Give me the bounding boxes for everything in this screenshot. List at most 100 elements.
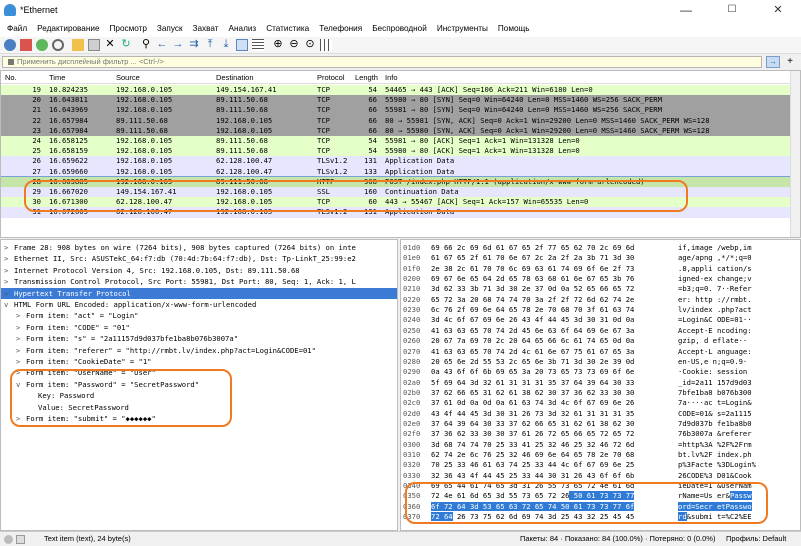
packet-destination: 149.154.167.41: [216, 85, 277, 94]
minimize-button[interactable]: —: [663, 0, 709, 22]
menu-edit[interactable]: Редактирование: [32, 22, 104, 37]
detail-tree-item[interactable]: > Transmission Control Protocol, Src Port…: [1, 276, 397, 287]
go-forward-icon[interactable]: →: [172, 39, 184, 51]
menu-tools[interactable]: Инструменты: [432, 22, 493, 37]
detail-item-text: HTML Form URL Encoded: application/x-www…: [14, 300, 257, 309]
collapsed-arrow-icon[interactable]: >: [16, 356, 26, 367]
column-destination[interactable]: Destination: [216, 73, 254, 82]
edit-comment-icon[interactable]: [16, 535, 25, 544]
wireshark-logo-icon: [4, 4, 16, 16]
detail-tree-item[interactable]: v HTML Form URL Encoded: application/x-ww…: [1, 299, 397, 310]
packet-row[interactable]: 21 16.643969 192.168.0.105 89.111.50.68 TCP 6…: [1, 105, 791, 116]
zoom-out-icon[interactable]: ⊖: [288, 39, 300, 51]
packet-row[interactable]: 25 16.658159 192.168.0.105 89.111.50.68 TCP 5…: [1, 146, 791, 157]
collapsed-arrow-icon[interactable]: >: [16, 310, 26, 321]
start-capture-icon[interactable]: [4, 39, 16, 51]
menu-analyze[interactable]: Анализ: [224, 22, 262, 37]
go-back-icon[interactable]: ←: [156, 39, 168, 51]
status-profile[interactable]: Профиль: Default: [726, 534, 786, 543]
expert-info-icon[interactable]: [4, 535, 13, 544]
zoom-in-icon[interactable]: ⊕: [272, 39, 284, 51]
reload-icon[interactable]: ↻: [120, 39, 132, 51]
close-button[interactable]: ✕: [755, 0, 801, 22]
byte-hex: 37 64 39 64 30 33 37 62 66 65 31 62 61 3…: [431, 418, 635, 428]
capture-options-icon[interactable]: [52, 39, 64, 51]
column-time[interactable]: Time: [49, 73, 65, 82]
zoom-reset-icon[interactable]: ⊙: [304, 39, 316, 51]
expanded-arrow-icon[interactable]: v: [4, 299, 14, 310]
add-filter-button-icon[interactable]: +: [783, 56, 797, 68]
packet-length: 66: [368, 125, 377, 135]
detail-item-text: Transmission Control Protocol, Src Port:…: [14, 277, 356, 287]
byte-hex: 69 67 6e 65 64 2d 65 78 63 68 61 6e 67 6…: [431, 274, 635, 284]
packet-row[interactable]: 24 16.658125 192.168.0.105 89.111.50.68 TCP 5…: [1, 136, 791, 147]
detail-tree-item[interactable]: > Form item: "CookieDate" = "1": [1, 356, 397, 367]
packet-source: 192.168.0.105: [116, 136, 173, 145]
last-packet-icon[interactable]: ⤓: [220, 39, 232, 51]
menu-wireless[interactable]: Беспроводной: [367, 22, 432, 37]
collapsed-arrow-icon[interactable]: >: [16, 333, 26, 344]
column-length[interactable]: Length: [355, 73, 378, 82]
filter-placeholder: Применить дисплейный фильтр ... <Ctrl-/>: [17, 57, 164, 66]
packet-row[interactable]: 22 16.657984 89.111.50.68 192.168.0.105 TCP 6…: [1, 115, 791, 126]
bookmark-icon[interactable]: [8, 59, 14, 65]
stop-capture-icon[interactable]: [20, 39, 32, 51]
column-protocol[interactable]: Protocol: [317, 73, 345, 82]
menu-telephony[interactable]: Телефония: [314, 22, 367, 37]
column-info[interactable]: Info: [385, 73, 398, 82]
collapsed-arrow-icon[interactable]: >: [16, 345, 26, 356]
collapsed-arrow-icon[interactable]: >: [4, 242, 14, 253]
packet-row[interactable]: 19 10.824235 192.168.0.105 149.154.167.41 TC…: [1, 85, 791, 96]
maximize-button[interactable]: ☐: [709, 0, 755, 22]
packet-destination: 192.168.0.105: [216, 115, 273, 125]
detail-tree-item[interactable]: > Hypertext Transfer Protocol: [1, 287, 397, 299]
packet-list-pane[interactable]: No. Time Source Destination Protocol Len…: [0, 70, 801, 238]
menu-statistics[interactable]: Статистика: [261, 22, 314, 37]
collapsed-arrow-icon[interactable]: >: [4, 253, 14, 264]
open-file-icon[interactable]: [72, 39, 84, 51]
detail-tree-item[interactable]: > Form item: "act" = "Login": [1, 310, 397, 321]
packet-row[interactable]: 27 16.659660 192.168.0.105 62.128.100.47 TLS…: [1, 166, 791, 177]
save-file-icon[interactable]: [88, 39, 100, 51]
menu-capture[interactable]: Захват: [188, 22, 224, 37]
restart-capture-icon[interactable]: [36, 39, 48, 51]
menu-go[interactable]: Запуск: [152, 22, 188, 37]
menu-file[interactable]: Файл: [2, 22, 32, 37]
detail-tree-item[interactable]: > Form item: "CODE" = "01": [1, 322, 397, 333]
detail-tree-item[interactable]: > Form item: "s" = "2a11157d9d037bfe1ba8b…: [1, 333, 397, 344]
autoscroll-icon[interactable]: [236, 39, 248, 51]
go-to-packet-icon[interactable]: ⇉: [188, 39, 200, 51]
first-packet-icon[interactable]: ⤒: [204, 39, 216, 51]
packet-row[interactable]: 23 16.657984 89.111.50.68 192.168.0.105 TCP 6…: [1, 125, 791, 136]
detail-tree-item[interactable]: > Form item: "referer" = "http://rmbt.lv/…: [1, 345, 397, 356]
packet-row[interactable]: 26 16.659622 192.168.0.105 62.128.100.47 TLS…: [1, 156, 791, 167]
display-filter-input[interactable]: Применить дисплейный фильтр ... <Ctrl-/>: [2, 56, 762, 68]
apply-filter-arrow-icon[interactable]: →: [766, 56, 780, 68]
close-file-icon[interactable]: ✕: [104, 39, 116, 51]
detail-tree-item[interactable]: > Frame 28: 908 bytes on wire (7264 bits)…: [1, 242, 397, 253]
column-source[interactable]: Source: [116, 73, 140, 82]
collapsed-arrow-icon[interactable]: >: [4, 276, 14, 287]
byte-offset: 02e0: [403, 418, 421, 428]
menu-view[interactable]: Просмотр: [105, 22, 152, 37]
detail-item-text: Form item: "CookieDate" = "1": [26, 357, 152, 366]
collapsed-arrow-icon[interactable]: >: [16, 322, 26, 333]
find-packet-icon[interactable]: ⚲: [140, 39, 152, 51]
byte-ascii: age/apng ,*/*;q=0: [678, 253, 752, 263]
column-no[interactable]: No.: [5, 73, 17, 82]
detail-tree-item[interactable]: > Ethernet II, Src: ASUSTekC_64:f7:db (70…: [1, 253, 397, 264]
byte-offset: 0280: [403, 356, 421, 366]
detail-tree-item[interactable]: > Internet Protocol Version 4, Src: 192.1…: [1, 265, 397, 276]
byte-hex: 61 67 65 2f 61 70 6e 67 2c 2a 2f 2a 3b 7…: [431, 253, 635, 263]
byte-ascii: er: http ://rmbt.: [678, 294, 752, 304]
colorize-icon[interactable]: [252, 39, 264, 51]
byte-ascii: 7d9d037b fe1ba8b0: [678, 418, 752, 428]
menu-help[interactable]: Помощь: [493, 22, 535, 37]
packet-list-scrollbar[interactable]: [790, 71, 800, 237]
collapsed-arrow-icon[interactable]: >: [4, 265, 14, 276]
collapsed-arrow-icon[interactable]: >: [4, 288, 14, 299]
byte-offset: 0260: [403, 336, 421, 346]
byte-offset: 01e0: [403, 253, 421, 263]
packet-row[interactable]: 20 16.643811 192.168.0.105 89.111.50.68 TCP 6…: [1, 95, 791, 106]
resize-columns-icon[interactable]: [320, 39, 332, 51]
